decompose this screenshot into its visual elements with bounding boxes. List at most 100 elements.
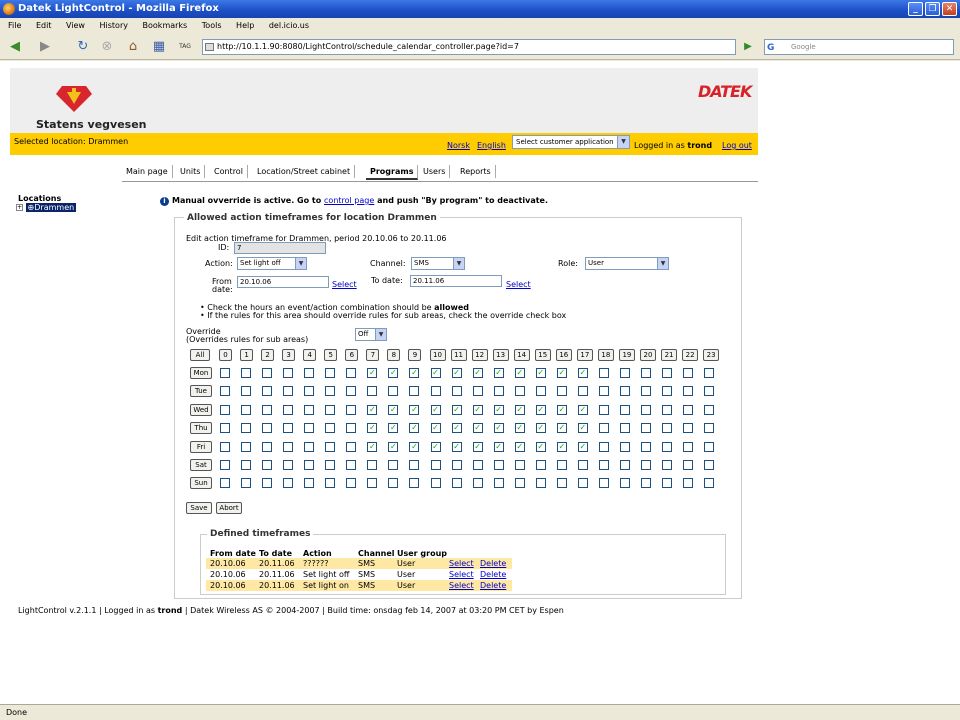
hour-checkbox[interactable]: ✓ bbox=[430, 404, 441, 415]
tree-item-drammen[interactable]: ⊕Drammen bbox=[25, 203, 77, 212]
hour-checkbox[interactable] bbox=[472, 478, 483, 489]
hour-checkbox[interactable] bbox=[430, 386, 441, 397]
hour-checkbox[interactable] bbox=[556, 478, 567, 489]
hour-checkbox[interactable] bbox=[346, 460, 357, 470]
hour-checkbox[interactable] bbox=[619, 478, 630, 489]
expand-icon[interactable]: + bbox=[16, 204, 23, 211]
hour-checkbox[interactable] bbox=[535, 460, 546, 470]
hour-checkbox[interactable] bbox=[704, 423, 715, 434]
hour-checkbox[interactable] bbox=[662, 368, 673, 378]
hour-checkbox[interactable] bbox=[262, 368, 273, 378]
from-date-field[interactable]: 20.10.06 bbox=[237, 276, 329, 288]
hour-checkbox[interactable]: ✓ bbox=[388, 404, 399, 415]
hour-checkbox[interactable]: ✓ bbox=[535, 404, 546, 415]
hour-checkbox[interactable] bbox=[451, 386, 462, 397]
hour-checkbox[interactable]: ✓ bbox=[367, 423, 378, 434]
menu-bookmarks[interactable]: Bookmarks bbox=[143, 21, 188, 30]
minimize-button[interactable]: _ bbox=[908, 2, 923, 16]
hour-checkbox[interactable] bbox=[641, 368, 651, 378]
menu-help[interactable]: Help bbox=[236, 21, 254, 30]
control-page-link[interactable]: control page bbox=[324, 196, 374, 205]
tab-reports[interactable]: Reports bbox=[456, 165, 496, 178]
tab-control[interactable]: Control bbox=[210, 165, 248, 178]
id-field[interactable]: 7 bbox=[234, 242, 326, 254]
hour-checkbox[interactable]: ✓ bbox=[472, 368, 483, 378]
hour-checkbox[interactable] bbox=[262, 441, 273, 452]
hour-checkbox[interactable] bbox=[241, 404, 252, 415]
hour-checkbox[interactable] bbox=[283, 441, 294, 452]
hour-checkbox[interactable] bbox=[472, 386, 483, 397]
hour-checkbox[interactable] bbox=[704, 368, 715, 378]
hour-checkbox[interactable] bbox=[577, 386, 588, 397]
hour-checkbox[interactable] bbox=[641, 441, 651, 452]
hour-checkbox[interactable]: ✓ bbox=[451, 441, 462, 452]
hour-checkbox[interactable]: ✓ bbox=[367, 441, 378, 452]
hour-checkbox[interactable] bbox=[304, 423, 315, 434]
to-date-select-link[interactable]: Select bbox=[506, 280, 531, 289]
hour-checkbox[interactable] bbox=[220, 404, 230, 415]
customer-app-select[interactable]: Select customer application ▼ bbox=[512, 135, 630, 149]
hour-checkbox[interactable]: ✓ bbox=[556, 441, 567, 452]
hour-checkbox[interactable] bbox=[283, 460, 294, 470]
hour-checkbox[interactable] bbox=[683, 368, 694, 378]
select-all-button[interactable]: All bbox=[190, 349, 210, 361]
hour-checkbox[interactable] bbox=[304, 441, 315, 452]
save-button[interactable]: Save bbox=[186, 502, 212, 514]
hour-checkbox[interactable] bbox=[304, 368, 315, 378]
hour-checkbox[interactable] bbox=[683, 441, 694, 452]
hour-checkbox[interactable] bbox=[514, 478, 525, 489]
hour-13-button[interactable]: 13 bbox=[492, 349, 509, 361]
hour-checkbox[interactable] bbox=[704, 460, 715, 470]
logout-link[interactable]: Log out bbox=[722, 141, 752, 150]
hour-16-button[interactable]: 16 bbox=[555, 349, 572, 361]
hour-checkbox[interactable]: ✓ bbox=[577, 423, 588, 434]
hour-23-button[interactable]: 23 bbox=[703, 349, 720, 361]
hour-checkbox[interactable] bbox=[325, 460, 336, 470]
hour-checkbox[interactable]: ✓ bbox=[514, 404, 525, 415]
hour-checkbox[interactable] bbox=[241, 368, 252, 378]
tag-icon[interactable]: TAG bbox=[176, 38, 194, 56]
menu-view[interactable]: View bbox=[66, 21, 85, 30]
hour-checkbox[interactable] bbox=[346, 441, 357, 452]
reload-icon[interactable]: ↻ bbox=[74, 38, 92, 56]
hour-checkbox[interactable] bbox=[556, 460, 567, 470]
hour-20-button[interactable]: 20 bbox=[640, 349, 656, 361]
hour-checkbox[interactable]: ✓ bbox=[472, 441, 483, 452]
hour-checkbox[interactable] bbox=[493, 460, 504, 470]
hour-checkbox[interactable] bbox=[704, 404, 715, 415]
hour-checkbox[interactable] bbox=[430, 478, 441, 489]
hour-checkbox[interactable] bbox=[683, 404, 694, 415]
hour-checkbox[interactable]: ✓ bbox=[577, 441, 588, 452]
row-select-link[interactable]: Select bbox=[449, 581, 474, 590]
hour-checkbox[interactable] bbox=[662, 404, 673, 415]
hour-checkbox[interactable] bbox=[683, 478, 694, 489]
hour-checkbox[interactable] bbox=[241, 478, 252, 489]
hour-checkbox[interactable]: ✓ bbox=[556, 404, 567, 415]
day-mon-button[interactable]: Mon bbox=[190, 367, 212, 379]
hour-checkbox[interactable] bbox=[451, 478, 462, 489]
hour-checkbox[interactable] bbox=[662, 460, 673, 470]
row-delete-link[interactable]: Delete bbox=[480, 581, 506, 590]
hour-8-button[interactable]: 8 bbox=[387, 349, 401, 361]
day-tue-button[interactable]: Tue bbox=[190, 385, 212, 398]
hour-checkbox[interactable]: ✓ bbox=[535, 423, 546, 434]
tab-main-page[interactable]: Main page bbox=[122, 165, 173, 178]
hour-checkbox[interactable]: ✓ bbox=[388, 368, 399, 378]
stop-icon[interactable]: ⊗ bbox=[98, 38, 116, 56]
hour-checkbox[interactable] bbox=[325, 441, 336, 452]
hour-checkbox[interactable]: ✓ bbox=[367, 368, 378, 378]
abort-button[interactable]: Abort bbox=[216, 502, 242, 514]
hour-checkbox[interactable] bbox=[367, 478, 378, 489]
url-field[interactable]: http://10.1.1.90:8080/LightControl/sched… bbox=[202, 39, 736, 55]
hour-checkbox[interactable] bbox=[704, 441, 715, 452]
hour-checkbox[interactable] bbox=[241, 386, 252, 397]
to-date-field[interactable]: 20.11.06 bbox=[410, 275, 502, 287]
hour-checkbox[interactable] bbox=[262, 386, 273, 397]
hour-checkbox[interactable]: ✓ bbox=[388, 441, 399, 452]
hour-checkbox[interactable] bbox=[662, 423, 673, 434]
tab-units[interactable]: Units bbox=[176, 165, 206, 178]
hour-checkbox[interactable] bbox=[556, 386, 567, 397]
hour-checkbox[interactable] bbox=[241, 441, 252, 452]
hour-checkbox[interactable] bbox=[619, 368, 630, 378]
hour-checkbox[interactable] bbox=[598, 460, 609, 470]
